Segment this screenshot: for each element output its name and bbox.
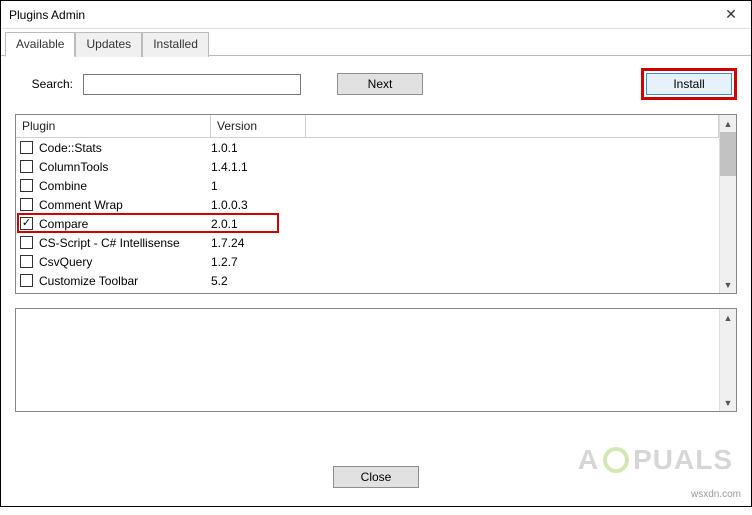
table-row[interactable]: CsvQuery1.2.7 bbox=[16, 252, 719, 271]
scroll-down-icon[interactable]: ▼ bbox=[720, 276, 736, 293]
list-rows: Code::Stats1.0.1ColumnTools1.4.1.1Combin… bbox=[16, 138, 719, 290]
scroll-spacer bbox=[720, 176, 736, 276]
tab-available[interactable]: Available bbox=[5, 32, 75, 57]
search-label: Search: bbox=[15, 77, 75, 91]
plugin-listview: Plugin Version Code::Stats1.0.1ColumnToo… bbox=[15, 114, 737, 294]
window-title: Plugins Admin bbox=[9, 8, 85, 22]
list-scrollbar[interactable]: ▲ ▼ bbox=[719, 115, 736, 293]
scroll-thumb[interactable] bbox=[720, 132, 736, 176]
col-spacer bbox=[306, 115, 719, 138]
list-header: Plugin Version bbox=[16, 115, 719, 138]
footer: Close bbox=[1, 466, 751, 488]
desc-scroll-spacer bbox=[720, 326, 736, 394]
plugin-version: 1.0.0.3 bbox=[211, 198, 248, 212]
plugin-name: Customize Toolbar bbox=[39, 274, 211, 288]
plugin-checkbox[interactable] bbox=[20, 255, 33, 268]
plugin-name: Combine bbox=[39, 179, 211, 193]
plugin-version: 1.7.24 bbox=[211, 236, 244, 250]
next-button[interactable]: Next bbox=[337, 73, 423, 95]
plugin-version: 5.2 bbox=[211, 274, 228, 288]
install-button[interactable]: Install bbox=[646, 73, 732, 95]
search-input[interactable] bbox=[83, 74, 301, 95]
table-row[interactable]: ColumnTools1.4.1.1 bbox=[16, 157, 719, 176]
plugin-version: 1.0.1 bbox=[211, 141, 238, 155]
close-icon[interactable]: ✕ bbox=[711, 2, 751, 28]
titlebar: Plugins Admin ✕ bbox=[1, 1, 751, 29]
description-box: ▲ ▼ bbox=[15, 308, 737, 412]
plugin-checkbox[interactable] bbox=[20, 236, 33, 249]
plugin-checkbox[interactable] bbox=[20, 274, 33, 287]
desc-scroll-down-icon[interactable]: ▼ bbox=[720, 394, 736, 411]
table-row[interactable]: CS-Script - C# Intellisense1.7.24 bbox=[16, 233, 719, 252]
attribution-text: wsxdn.com bbox=[691, 489, 741, 500]
plugin-version: 2.0.1 bbox=[211, 217, 238, 231]
install-highlight: Install bbox=[641, 68, 737, 100]
plugin-checkbox[interactable] bbox=[20, 160, 33, 173]
col-plugin[interactable]: Plugin bbox=[16, 115, 211, 138]
plugin-name: Code::Stats bbox=[39, 141, 211, 155]
plugin-name: CsvQuery bbox=[39, 255, 211, 269]
plugin-checkbox[interactable] bbox=[20, 179, 33, 192]
plugin-checkbox[interactable] bbox=[20, 217, 33, 230]
plugin-name: Compare bbox=[39, 217, 211, 231]
plugin-list[interactable]: Plugin Version Code::Stats1.0.1ColumnToo… bbox=[16, 115, 719, 293]
tab-installed[interactable]: Installed bbox=[142, 32, 209, 57]
tabstrip: Available Updates Installed bbox=[1, 29, 751, 56]
description-content bbox=[16, 309, 719, 411]
plugin-name: ColumnTools bbox=[39, 160, 211, 174]
plugin-version: 1 bbox=[211, 179, 218, 193]
plugin-checkbox[interactable] bbox=[20, 198, 33, 211]
plugin-version: 1.4.1.1 bbox=[211, 160, 248, 174]
table-row[interactable]: Compare2.0.1 bbox=[16, 214, 719, 233]
close-button[interactable]: Close bbox=[333, 466, 419, 488]
table-row[interactable]: Customize Toolbar5.2 bbox=[16, 271, 719, 290]
scroll-up-icon[interactable]: ▲ bbox=[720, 115, 736, 132]
plugins-admin-window: Plugins Admin ✕ Available Updates Instal… bbox=[0, 0, 752, 507]
table-row[interactable]: Combine1 bbox=[16, 176, 719, 195]
tab-updates[interactable]: Updates bbox=[75, 32, 142, 57]
table-row[interactable]: Comment Wrap1.0.0.3 bbox=[16, 195, 719, 214]
search-row: Search: Next Install bbox=[15, 68, 737, 100]
plugin-checkbox[interactable] bbox=[20, 141, 33, 154]
table-row[interactable]: Code::Stats1.0.1 bbox=[16, 138, 719, 157]
description-scrollbar[interactable]: ▲ ▼ bbox=[719, 309, 736, 411]
desc-scroll-up-icon[interactable]: ▲ bbox=[720, 309, 736, 326]
body-area: Search: Next Install Plugin Version Code… bbox=[1, 56, 751, 420]
plugin-name: CS-Script - C# Intellisense bbox=[39, 236, 211, 250]
plugin-name: Comment Wrap bbox=[39, 198, 211, 212]
plugin-version: 1.2.7 bbox=[211, 255, 238, 269]
col-version[interactable]: Version bbox=[211, 115, 306, 138]
